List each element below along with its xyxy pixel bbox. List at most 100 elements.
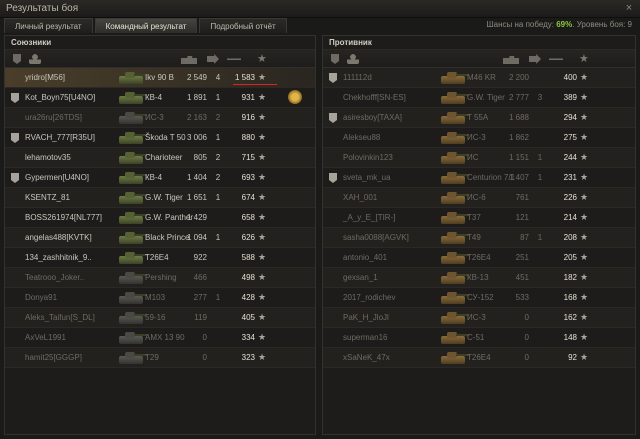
player-name[interactable]: antonio_401 (343, 253, 387, 262)
tank-icon (117, 349, 147, 367)
kills-value: 1 (215, 233, 221, 242)
player-name[interactable]: hamit25[GGGP] (25, 353, 82, 362)
xp-star-icon: ★ (580, 92, 589, 102)
player-name[interactable]: Aleks_Taifun[S_DL] (25, 313, 95, 322)
player-name[interactable]: xSaNeK_47x (343, 353, 390, 362)
table-row[interactable]: angelas488[KVTK] Black Prince 1 094 1 626 ★ (5, 228, 315, 248)
tab-personal-result[interactable]: Личный результат (4, 18, 93, 33)
xp-star-icon: ★ (580, 192, 589, 202)
player-name[interactable]: RVACH_777[R35U] (25, 133, 95, 142)
player-name[interactable]: sasha0088[AGVK] (343, 233, 409, 242)
player-name[interactable]: 2017_rodichev (343, 293, 395, 302)
table-row[interactable]: RVACH_777[R35U] Škoda T 50 3 006 1 880 ★ (5, 128, 315, 148)
damage-icon[interactable] (549, 58, 563, 60)
player-name[interactable]: BOSS261974[NL777] (25, 213, 102, 222)
table-row[interactable]: PaK_H_JloJl ИС-3 0 162 ★ (323, 308, 635, 328)
xp-star-icon[interactable]: ★ (579, 54, 591, 65)
table-row[interactable]: xSaNeK_47x T26E4 0 92 ★ (323, 348, 635, 368)
table-row[interactable]: ura26ru[26TDS] ИС-3 2 163 2 916 ★ (5, 108, 315, 128)
player-name[interactable]: Chekhofff[SN-ES] (343, 93, 406, 102)
table-row[interactable]: sveta_mk_ua Centurion 7/1 1 407 1 231 ★ (323, 168, 635, 188)
red-underline (233, 84, 277, 85)
table-row[interactable]: Aleks_Taifun[S_DL] 59-16 119 405 ★ (5, 308, 315, 328)
table-row[interactable]: 111112d M46 KR 2 200 400 ★ (323, 68, 635, 88)
player-name[interactable]: Gypermen[U4NO] (25, 173, 89, 182)
table-row[interactable]: BOSS261974[NL777] G.W. Panther 1 429 658 ★ (5, 208, 315, 228)
table-row[interactable]: _А_у_Е_[TIR-] T37 121 214 ★ (323, 208, 635, 228)
kills-value: 2 (215, 113, 221, 122)
table-row[interactable]: Teatrooo_Joker.. Pershing 466 498 ★ (5, 268, 315, 288)
table-row[interactable]: AxVeL1991 AMX 13 90 0 334 ★ (5, 328, 315, 348)
vehicle-icon[interactable] (181, 56, 197, 64)
player-name[interactable]: ura26ru[26TDS] (25, 113, 82, 122)
xp-star-icon: ★ (580, 232, 589, 242)
table-row[interactable]: superman16 С-51 0 148 ★ (323, 328, 635, 348)
tank-icon (439, 149, 469, 167)
table-row[interactable]: Kot_Boyn75[U4NO] КВ-4 1 891 1 931 ★ (5, 88, 315, 108)
tank-icon (117, 109, 147, 127)
allies-rows: yridro[M56] Ikv 90 B2 549 4 1 583 ★ Kot_Boyn7… (5, 68, 315, 368)
table-row[interactable]: antonio_401 T26E4 251 205 ★ (323, 248, 635, 268)
table-row[interactable]: lehamotov35 Charioteer 805 2 715 ★ (5, 148, 315, 168)
xp-star-icon: ★ (580, 272, 589, 282)
clan-tag-icon[interactable] (331, 54, 339, 64)
player-name[interactable]: yridro[M56] (25, 73, 65, 82)
tank-name: T26E4 (467, 353, 491, 362)
player-name[interactable]: Polovinkin123 (343, 153, 393, 162)
player-name[interactable]: AxVeL1991 (25, 333, 66, 342)
tank-name: ИС (467, 153, 479, 162)
player-name[interactable]: KSENTZ_81 (25, 193, 70, 202)
frags-icon[interactable] (207, 54, 219, 64)
table-row[interactable]: 134_zashhitnik_9.. T26E4 922 588 ★ (5, 248, 315, 268)
player-name[interactable]: lehamotov35 (25, 153, 71, 162)
player-name[interactable]: Alekseu88 (343, 133, 380, 142)
player-name[interactable]: Teatrooo_Joker.. (25, 273, 84, 282)
table-row[interactable]: Alekseu88 ИС-3 1 862 275 ★ (323, 128, 635, 148)
table-row[interactable]: Donya91 M103 277 1 428 ★ (5, 288, 315, 308)
player-name[interactable]: gexsan_1 (343, 273, 378, 282)
achievement-medal-icon[interactable] (288, 90, 302, 104)
xp-star-icon: ★ (580, 112, 589, 122)
xp-star-icon: ★ (258, 132, 267, 142)
player-name[interactable]: 134_zashhitnik_9.. (25, 253, 92, 262)
player-icon[interactable] (29, 54, 41, 64)
rank-badge-icon (329, 173, 337, 183)
kills-value: 3 (537, 93, 543, 102)
tab-detailed-report[interactable]: Подробный отчёт (199, 18, 287, 33)
player-icon[interactable] (347, 54, 359, 64)
player-name[interactable]: Kot_Boyn75[U4NO] (25, 93, 95, 102)
xp-star-icon[interactable]: ★ (257, 54, 269, 65)
player-name[interactable]: superman16 (343, 333, 387, 342)
close-icon[interactable]: × (622, 2, 636, 15)
player-name[interactable]: asiresboy[TAXA] (343, 113, 402, 122)
xp-star-icon: ★ (580, 212, 589, 222)
tank-name: ИС-3 (467, 313, 486, 322)
xp-star-icon: ★ (580, 172, 589, 182)
damage-icon[interactable] (227, 58, 241, 60)
player-name[interactable]: _А_у_Е_[TIR-] (343, 213, 395, 222)
tab-team-result[interactable]: Командный результат (94, 18, 198, 33)
table-row[interactable]: 2017_rodichev СУ-152 533 168 ★ (323, 288, 635, 308)
table-row[interactable]: asiresboy[TAXA] T 55A 1 688 294 ★ (323, 108, 635, 128)
vehicle-icon[interactable] (503, 56, 519, 64)
table-row[interactable]: yridro[M56] Ikv 90 B 2 549 4 1 583 ★ (5, 68, 315, 88)
table-row[interactable]: Gypermen[U4NO] КВ-4 1 404 2 693 ★ (5, 168, 315, 188)
frags-icon[interactable] (529, 54, 541, 64)
clan-tag-icon[interactable] (13, 54, 21, 64)
table-row[interactable]: sasha0088[AGVK] T49 87 1 208 ★ (323, 228, 635, 248)
player-name[interactable]: angelas488[KVTK] (25, 233, 92, 242)
table-row[interactable]: ХАН_001 ИС-6 761 226 ★ (323, 188, 635, 208)
player-name[interactable]: Donya91 (25, 293, 57, 302)
player-name[interactable]: sveta_mk_ua (343, 173, 391, 182)
table-row[interactable]: hamit25[GGGP] T29 0 323 ★ (5, 348, 315, 368)
table-row[interactable]: Chekhofff[SN-ES] G.W. Tiger 2 777 3 389 ★ (323, 88, 635, 108)
kills-value: 1 (537, 153, 543, 162)
player-name[interactable]: PaK_H_JloJl (343, 313, 389, 322)
table-row[interactable]: Polovinkin123 ИС 1 151 1 244 ★ (323, 148, 635, 168)
player-name[interactable]: ХАН_001 (343, 193, 377, 202)
table-row[interactable]: KSENTZ_81 G.W. Tiger 1 651 1 674 ★ (5, 188, 315, 208)
damage-value: 761 (515, 193, 529, 202)
player-name[interactable]: 111112d (343, 73, 372, 82)
damage-value: 0 (202, 353, 207, 362)
table-row[interactable]: gexsan_1 КВ-13 451 182 ★ (323, 268, 635, 288)
